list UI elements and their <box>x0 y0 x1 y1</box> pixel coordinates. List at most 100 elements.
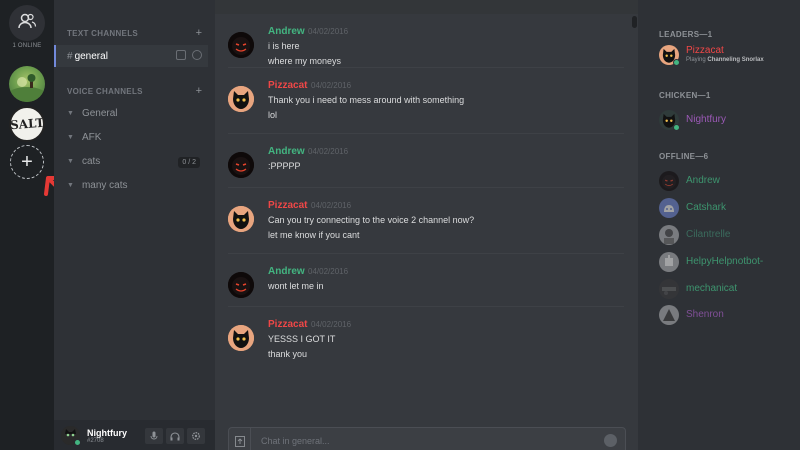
voice-channels-header[interactable]: VOICE CHANNELS <box>67 87 143 96</box>
hash-icon: # <box>67 50 73 62</box>
add-text-channel-icon[interactable]: + <box>196 27 202 39</box>
online-status-dot <box>673 59 680 66</box>
member-item[interactable]: Andrew <box>659 171 799 193</box>
avatar[interactable] <box>228 32 254 58</box>
avatar[interactable] <box>228 325 254 351</box>
message-author[interactable]: Andrew <box>268 26 305 37</box>
message-text: :PPPPP <box>268 161 301 171</box>
avatar <box>659 198 679 218</box>
voice-channel-afk[interactable]: ▼ AFK <box>67 132 101 143</box>
member-name: Catshark <box>686 202 727 213</box>
member-name: Andrew <box>686 175 720 186</box>
add-server-button[interactable]: + <box>10 145 44 179</box>
mute-button[interactable] <box>145 428 163 444</box>
message-scrollbar[interactable] <box>632 14 637 410</box>
member-item[interactable]: HelpyHelpnotbot- <box>659 252 799 274</box>
message-divider <box>228 67 624 68</box>
deafen-button[interactable] <box>166 428 184 444</box>
member-name: Pizzacat <box>686 45 724 56</box>
member-item[interactable]: Catshark <box>659 198 799 220</box>
gear-icon <box>192 432 200 440</box>
member-name: Shenron <box>686 309 724 320</box>
server-list: 1 ONLINE SALT + <box>0 0 84 450</box>
member-name: Nightfury <box>686 114 727 125</box>
member-item[interactable]: Shenron <box>659 305 799 327</box>
chevron-down-icon: ▼ <box>67 134 74 141</box>
message-timestamp: 04/02/2016 <box>308 27 349 36</box>
avatar <box>659 252 679 272</box>
gear-icon[interactable] <box>192 50 202 60</box>
server-icon-salt[interactable]: SALT <box>9 106 45 142</box>
chat-input[interactable] <box>261 433 581 449</box>
message-author[interactable]: Pizzacat <box>268 200 307 211</box>
member-item[interactable]: Cilantrelle <box>659 225 799 247</box>
message-divider <box>228 133 624 134</box>
message-author[interactable]: Pizzacat <box>268 319 307 330</box>
message-list[interactable]: Andrew 04/02/2016 i is here where my moneys… <box>215 14 627 410</box>
chat-header-strip <box>215 0 638 14</box>
voice-user-limit-badge: 0 / 2 <box>178 157 200 168</box>
user-discriminator: #2708 <box>87 438 104 444</box>
message-text: YESSS I GOT IT <box>268 334 336 344</box>
message-divider <box>228 253 624 254</box>
member-group-header: LEADERS—1 <box>659 30 713 39</box>
message-timestamp: 04/02/2016 <box>311 81 352 90</box>
avatar <box>659 225 679 245</box>
channel-item-general[interactable]: # general <box>54 45 208 67</box>
message-author[interactable]: Andrew <box>268 266 305 277</box>
message-group: Andrew 04/02/2016 :PPPPP <box>228 146 624 190</box>
message-timestamp: 04/02/2016 <box>311 320 352 329</box>
message-text: thank you <box>268 349 308 359</box>
activity-game: Channeling Snorlax <box>707 57 764 63</box>
member-item[interactable]: mechanicat <box>659 279 799 301</box>
add-voice-channel-icon[interactable]: + <box>196 85 202 97</box>
server-icon-green[interactable] <box>9 66 45 102</box>
upload-icon <box>234 435 245 447</box>
message-text: where my moneys <box>268 56 342 66</box>
friends-home-button[interactable] <box>9 5 45 41</box>
voice-channel-label: General <box>81 108 118 119</box>
avatar[interactable] <box>228 272 254 298</box>
voice-channel-general[interactable]: ▼ General <box>67 108 118 119</box>
avatar[interactable] <box>228 152 254 178</box>
online-status-dot <box>74 439 81 446</box>
message-text: i is here <box>268 41 300 51</box>
chevron-down-icon: ▼ <box>67 182 74 189</box>
message-timestamp: 04/02/2016 <box>308 147 349 156</box>
message-author[interactable]: Andrew <box>268 146 305 157</box>
avatar[interactable] <box>228 206 254 232</box>
avatar <box>659 279 679 299</box>
invite-icon[interactable] <box>176 50 186 60</box>
microphone-icon <box>150 431 158 440</box>
channel-sidebar: TEXT CHANNELS + # general VOICE CHANNELS… <box>54 0 215 450</box>
message-group: Andrew 04/02/2016 wont let me in <box>228 266 624 310</box>
salt-logo: SALT <box>9 115 45 133</box>
upload-button[interactable] <box>229 428 251 450</box>
member-activity: Playing Channeling Snorlax <box>686 57 764 63</box>
voice-channel-many-cats[interactable]: ▼ many cats <box>67 180 128 191</box>
message-text: lol <box>268 110 278 120</box>
member-item[interactable]: Nightfury <box>659 110 799 132</box>
emoji-icon[interactable] <box>604 434 617 447</box>
text-channels-header[interactable]: TEXT CHANNELS <box>67 29 138 38</box>
member-name: mechanicat <box>686 283 738 294</box>
message-author[interactable]: Pizzacat <box>268 80 307 91</box>
message-composer <box>228 427 626 450</box>
channel-name: general <box>74 50 108 62</box>
landscape-icon <box>9 74 45 102</box>
scroll-thumb[interactable] <box>632 16 637 28</box>
voice-channel-label: AFK <box>81 132 102 143</box>
member-name: HelpyHelpnotbot- <box>686 256 764 267</box>
user-settings-button[interactable] <box>187 428 205 444</box>
member-item[interactable]: Pizzacat Playing Channeling Snorlax <box>659 45 799 67</box>
avatar[interactable] <box>228 86 254 112</box>
message-timestamp: 04/02/2016 <box>308 267 349 276</box>
user-name: Nightfury <box>87 428 127 438</box>
voice-channel-label: many cats <box>81 180 128 191</box>
online-status-dot <box>673 124 680 131</box>
message-divider <box>228 187 624 188</box>
member-group-header: OFFLINE—6 <box>659 152 709 161</box>
message-divider <box>228 306 624 307</box>
activity-prefix: Playing <box>686 57 706 63</box>
chevron-down-icon: ▼ <box>67 110 74 117</box>
